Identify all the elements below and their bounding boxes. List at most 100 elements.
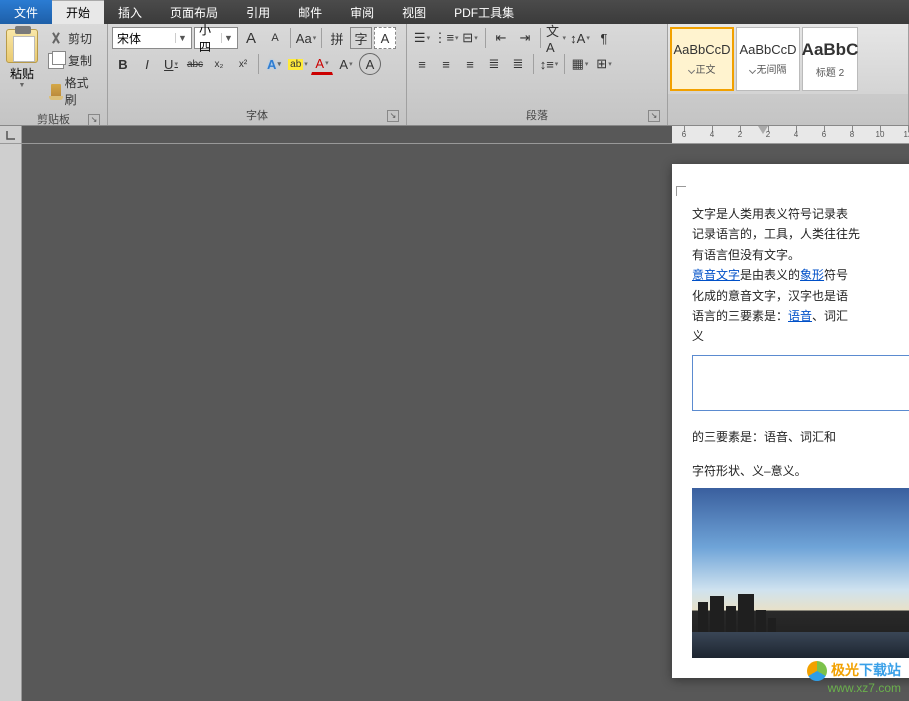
link-yuyin[interactable]: 语音 xyxy=(788,309,812,323)
paste-icon xyxy=(6,29,38,63)
text-direction-button[interactable]: 文A xyxy=(545,27,567,49)
show-marks-button[interactable]: ¶ xyxy=(593,27,615,49)
change-case-button[interactable]: Aa xyxy=(295,27,317,49)
tab-pdf-tools[interactable]: PDF工具集 xyxy=(440,0,528,24)
cut-icon xyxy=(48,31,64,47)
italic-button[interactable]: I xyxy=(136,53,158,75)
numbering-button[interactable]: ⋮≡ xyxy=(435,27,457,49)
align-center-button[interactable]: ≡ xyxy=(435,53,457,75)
document-canvas[interactable]: 文字是人类用表义符号记录表 记录语言的，工具，人类往往先 有语言但没有文字。 意… xyxy=(22,144,909,701)
watermark-url: www.xz7.com xyxy=(807,681,901,695)
tab-references[interactable]: 引用 xyxy=(232,0,284,24)
brand-right: 下载站 xyxy=(859,662,901,678)
align-justify-button[interactable]: ≣ xyxy=(483,53,505,75)
superscript-button[interactable]: x² xyxy=(232,53,254,75)
style-name-label: 标题 2 xyxy=(816,68,844,79)
paste-label: 粘贴 xyxy=(10,65,34,82)
tab-review[interactable]: 审阅 xyxy=(336,0,388,24)
watermark: 极光下载站 www.xz7.com xyxy=(807,661,901,695)
tab-insert[interactable]: 插入 xyxy=(104,0,156,24)
horizontal-ruler[interactable]: 64224681012 xyxy=(672,126,909,143)
text-box[interactable] xyxy=(692,355,909,411)
line-spacing-button[interactable]: ↕≡ xyxy=(538,53,560,75)
style-heading-2[interactable]: AaBbC 标题 2 xyxy=(802,27,858,91)
shading-button[interactable]: ▦ xyxy=(569,53,591,75)
chevron-down-icon: ▼ xyxy=(175,33,189,43)
subscript-button[interactable]: x₂ xyxy=(208,53,230,75)
grow-font-button[interactable]: A xyxy=(240,27,262,49)
style-name-label: 无间隔 xyxy=(757,65,787,76)
font-name-value: 宋体 xyxy=(117,30,175,47)
clipboard-group-label: 剪贴板 ↘ xyxy=(4,109,103,129)
tab-view[interactable]: 视图 xyxy=(388,0,440,24)
group-styles: AaBbCcD 正文 AaBbCcD 无间隔 AaBbC 标题 2 xyxy=(668,24,909,125)
decrease-indent-button[interactable]: ⇤ xyxy=(490,27,512,49)
ribbon: 粘贴 ▼ 剪切 复制 格式刷 剪贴板 ↘ xyxy=(0,24,909,126)
multilevel-list-button[interactable]: ⊟ xyxy=(459,27,481,49)
paragraph-expand-icon[interactable]: ↘ xyxy=(648,110,660,122)
format-painter-label: 格式刷 xyxy=(65,74,99,108)
style-sample: AaBbC xyxy=(802,40,859,60)
char-shading-button[interactable]: A xyxy=(374,27,396,49)
char-border-button[interactable]: 字 xyxy=(350,27,372,49)
style-no-spacing[interactable]: AaBbCcD 无间隔 xyxy=(736,27,800,91)
char-shade-button[interactable]: A xyxy=(335,53,357,75)
align-right-button[interactable]: ≡ xyxy=(459,53,481,75)
link-yiyin[interactable]: 意音文字 xyxy=(692,268,740,282)
underline-button[interactable]: U xyxy=(160,53,182,75)
workspace: 文字是人类用表义符号记录表 记录语言的，工具，人类往往先 有语言但没有文字。 意… xyxy=(0,144,909,701)
bullets-button[interactable]: ☰ xyxy=(411,27,433,49)
borders-button[interactable]: ⊞ xyxy=(593,53,615,75)
skyline-image[interactable] xyxy=(692,488,909,658)
tab-file[interactable]: 文件 xyxy=(0,0,52,24)
group-font: 宋体 ▼ 小四 ▼ A A Aa 拼 字 A B I U ab xyxy=(108,24,407,125)
body-text-2[interactable]: 的三要素是：语音、词汇和 字符形状、义–意义。 xyxy=(692,427,909,482)
clipboard-expand-icon[interactable]: ↘ xyxy=(88,114,100,126)
copy-icon xyxy=(48,53,64,69)
shrink-font-button[interactable]: A xyxy=(264,27,286,49)
strikethrough-button[interactable]: abc xyxy=(184,53,206,75)
style-name-label: 正文 xyxy=(696,65,716,76)
enclose-char-button[interactable]: A xyxy=(359,53,381,75)
highlight-button[interactable]: ab xyxy=(287,53,309,75)
font-group-label: 字体 ↘ xyxy=(112,105,402,125)
tab-home[interactable]: 开始 xyxy=(52,0,104,24)
paste-button[interactable]: 粘贴 ▼ xyxy=(4,27,44,109)
sort-button[interactable]: ↕A xyxy=(569,27,591,49)
font-name-combo[interactable]: 宋体 ▼ xyxy=(112,27,192,49)
group-clipboard: 粘贴 ▼ 剪切 复制 格式刷 剪贴板 ↘ xyxy=(0,24,108,125)
ribbon-tabs: 文件 开始 插入 页面布局 引用 邮件 审阅 视图 PDF工具集 xyxy=(0,0,909,24)
brush-icon xyxy=(51,84,61,98)
style-normal[interactable]: AaBbCcD 正文 xyxy=(670,27,734,91)
link-xiangxing[interactable]: 象形 xyxy=(800,268,824,282)
cut-button[interactable]: 剪切 xyxy=(44,29,103,48)
vertical-ruler[interactable] xyxy=(0,144,22,701)
ruler-row: 64224681012 xyxy=(0,126,909,144)
format-painter-button[interactable]: 格式刷 xyxy=(44,73,103,109)
cut-label: 剪切 xyxy=(68,30,92,47)
arrow-icon xyxy=(748,67,755,74)
font-expand-icon[interactable]: ↘ xyxy=(387,110,399,122)
align-left-button[interactable]: ≡ xyxy=(411,53,433,75)
font-size-combo[interactable]: 小四 ▼ xyxy=(194,27,238,49)
text-effects-button[interactable]: A xyxy=(263,53,285,75)
font-size-value: 小四 xyxy=(199,21,221,55)
phonetic-guide-button[interactable]: 拼 xyxy=(326,27,348,49)
paragraph-group-label: 段落 ↘ xyxy=(411,105,663,125)
logo-icon xyxy=(807,661,827,681)
align-distribute-button[interactable]: ≣ xyxy=(507,53,529,75)
style-sample: AaBbCcD xyxy=(673,42,730,57)
arrow-icon xyxy=(687,67,694,74)
increase-indent-button[interactable]: ⇥ xyxy=(514,27,536,49)
brand-left: 极光 xyxy=(831,662,859,678)
tab-mail[interactable]: 邮件 xyxy=(284,0,336,24)
document-page: 文字是人类用表义符号记录表 记录语言的，工具，人类往往先 有语言但没有文字。 意… xyxy=(672,164,909,678)
font-color-button[interactable]: A xyxy=(311,53,333,75)
chevron-down-icon: ▼ xyxy=(221,33,235,43)
body-text[interactable]: 文字是人类用表义符号记录表 记录语言的，工具，人类往往先 有语言但没有文字。 意… xyxy=(692,204,909,347)
copy-button[interactable]: 复制 xyxy=(44,51,103,70)
bold-button[interactable]: B xyxy=(112,53,134,75)
copy-label: 复制 xyxy=(68,52,92,69)
margin-corner-icon xyxy=(676,186,686,196)
group-paragraph: ☰ ⋮≡ ⊟ ⇤ ⇥ 文A ↕A ¶ ≡ ≡ ≡ ≣ ≣ ↕≡ ▦ xyxy=(407,24,668,125)
